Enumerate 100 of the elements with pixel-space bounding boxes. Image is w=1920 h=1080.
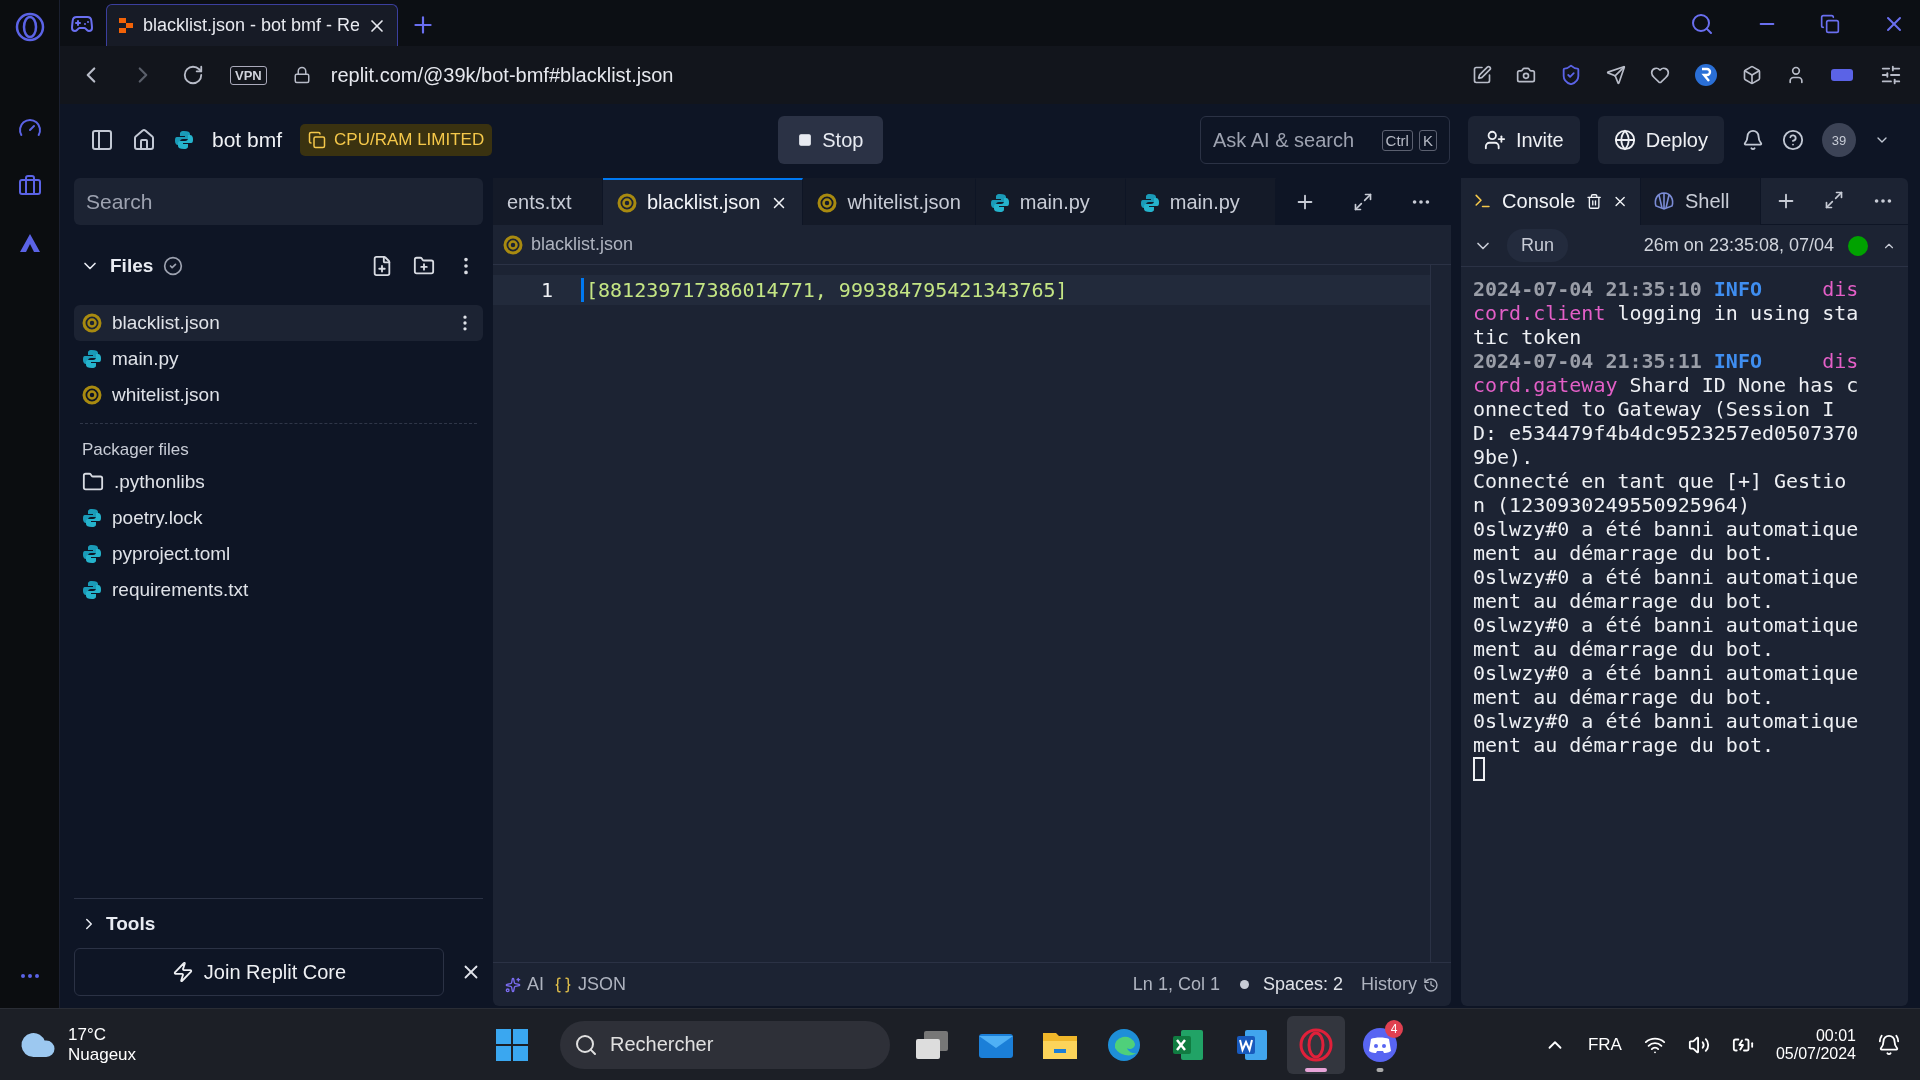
chat-app-icon — [1362, 1026, 1398, 1063]
indent-status[interactable]: Spaces: 2 — [1262, 974, 1343, 995]
join-button[interactable]: Join Replit Core — [74, 948, 444, 996]
run-button[interactable]: Run — [1507, 229, 1569, 262]
stop-button[interactable]: Stop — [778, 116, 884, 164]
log-line: 2024-07-04 21:35:11 INFO discord.gateway Shard ID None has connected to Gateway (Session ID: e534479f4b4dc9523257ed05073709be). — [1473, 349, 1860, 469]
task-view-icon — [914, 1028, 950, 1061]
shell-icon — [1653, 191, 1675, 211]
lightning-icon — [171, 961, 194, 983]
language-status[interactable]: JSON — [554, 974, 627, 995]
shield-icon[interactable] — [1560, 64, 1582, 86]
notification-icon[interactable] — [1742, 129, 1764, 151]
ai-status[interactable]: AI — [505, 974, 544, 995]
send-icon[interactable] — [1606, 65, 1626, 85]
editor-tab[interactable]: main.py — [1125, 178, 1276, 225]
history-icon — [1423, 976, 1439, 993]
search-field[interactable]: Search — [74, 178, 483, 225]
expand-icon[interactable] — [1353, 191, 1374, 212]
terminal-cursor — [1473, 757, 1485, 781]
section-label: Packager files — [81, 439, 190, 461]
cursor-position[interactable]: Ln 1, Col 1 — [1132, 974, 1220, 995]
home-icon[interactable] — [132, 128, 156, 152]
user-add-icon — [1483, 129, 1506, 151]
briefcase-icon[interactable] — [17, 174, 42, 198]
python-file-icon — [82, 349, 102, 369]
tab-title: blacklist.json - bot bmf - Re — [143, 15, 359, 36]
file-item[interactable]: pyproject.toml — [74, 536, 483, 572]
cube-icon[interactable] — [1742, 65, 1762, 85]
vpn-badge[interactable]: VPN — [230, 65, 267, 85]
trash-icon[interactable] — [1585, 192, 1602, 210]
file-item[interactable]: .pythonlibs — [74, 464, 483, 500]
extension-icon[interactable] — [1694, 63, 1718, 87]
windows-icon — [495, 1027, 529, 1062]
spreadsheet-icon — [1171, 1027, 1205, 1062]
restore-icon[interactable] — [1820, 14, 1840, 34]
console-tab[interactable]: Console — [1461, 177, 1641, 225]
console-tab[interactable]: Shell — [1641, 177, 1761, 225]
user-icon[interactable] — [1786, 65, 1806, 85]
document-icon — [1235, 1027, 1269, 1062]
limit-badge: CPU/RAM LIMITED — [300, 124, 493, 156]
browser-tab[interactable]: blacklist.json - bot bmf - Re — [106, 4, 398, 46]
notification-icon[interactable] — [1878, 1033, 1900, 1056]
globe-icon — [1613, 129, 1636, 151]
file-item[interactable]: whitelist.json — [74, 377, 483, 413]
new-folder-icon[interactable] — [413, 255, 435, 277]
weather-condition: Nuageux — [68, 1044, 137, 1065]
expand-icon[interactable] — [1824, 190, 1845, 210]
input-language[interactable]: FRA — [1587, 1034, 1622, 1055]
file-item[interactable]: poetry.lock — [74, 500, 483, 536]
wing-logo-icon[interactable] — [17, 232, 42, 254]
stop-icon — [798, 133, 813, 147]
output-line: 0slwzy#0 a été banni automatiquement au démarrage du bot. — [1473, 517, 1860, 565]
heart-icon[interactable] — [1650, 65, 1670, 85]
file-item[interactable]: main.py — [74, 341, 483, 377]
output-line: Connecté en tant que [+] Gestion (1230930249550925964) — [1473, 469, 1848, 517]
python-file-icon — [989, 192, 1010, 213]
editor-tab[interactable]: blacklist.json — [603, 178, 804, 225]
camera-icon[interactable] — [1516, 65, 1536, 85]
breadcrumb[interactable]: blacklist.json — [531, 234, 634, 255]
search-icon[interactable] — [1690, 12, 1714, 36]
sidebar-toggle-icon[interactable] — [90, 128, 114, 152]
key-hint: Ctrl — [1381, 129, 1413, 151]
help-icon[interactable] — [1782, 129, 1804, 151]
file-item[interactable]: requirements.txt — [74, 572, 483, 608]
output-line: 0slwzy#0 a été banni automatiquement au démarrage du bot. — [1473, 709, 1860, 757]
notification-badge: 4 — [1385, 1019, 1403, 1038]
deploy-button[interactable]: Deploy — [1597, 116, 1724, 164]
json-file-icon — [82, 313, 102, 333]
settings-icon[interactable] — [1880, 64, 1902, 86]
taskbar-app[interactable]: 4 — [1351, 1015, 1409, 1074]
editor-tab[interactable]: main.py — [975, 178, 1126, 225]
json-file-icon — [617, 192, 637, 213]
lock-icon — [292, 66, 311, 84]
address-field[interactable]: replit.com/@39k/bot-bmf#blacklist.json — [330, 63, 674, 87]
taskbar-search[interactable]: Rechercher — [560, 1020, 890, 1069]
section-title[interactable]: Files — [110, 255, 154, 277]
clock[interactable]: 00:01 05/07/2024 — [1775, 1026, 1856, 1063]
edit-icon[interactable] — [1472, 65, 1492, 85]
invite-button[interactable]: Invite — [1467, 116, 1580, 164]
editor-tab[interactable]: whitelist.json — [803, 178, 976, 225]
project-name[interactable]: bot bmf — [212, 128, 283, 152]
python-file-icon — [82, 508, 102, 528]
python-file-icon — [174, 130, 194, 150]
temperature: 17°C — [68, 1024, 107, 1045]
check-icon — [163, 256, 184, 276]
folder-icon — [82, 471, 104, 493]
run-info: 26m on 23:35:08, 07/04 — [1643, 235, 1834, 256]
taskbar-app[interactable] — [1287, 1015, 1345, 1074]
file-item[interactable]: blacklist.json — [74, 305, 483, 341]
ring-logo-icon — [14, 12, 45, 42]
output-line: 0slwzy#0 a été banni automatiquement au démarrage du bot. — [1473, 613, 1860, 661]
line-number: 1 — [539, 278, 554, 302]
search-field[interactable]: Ask AI & search Ctrl K — [1199, 116, 1450, 164]
avatar[interactable]: 39 — [1822, 123, 1856, 157]
reload-icon[interactable] — [182, 64, 204, 86]
json-file-icon — [82, 385, 102, 405]
key-hint: K — [1418, 129, 1437, 151]
editor-tab[interactable]: ents.txt — [493, 178, 603, 225]
history-button[interactable]: History — [1361, 974, 1439, 995]
new-file-icon[interactable] — [371, 255, 393, 277]
